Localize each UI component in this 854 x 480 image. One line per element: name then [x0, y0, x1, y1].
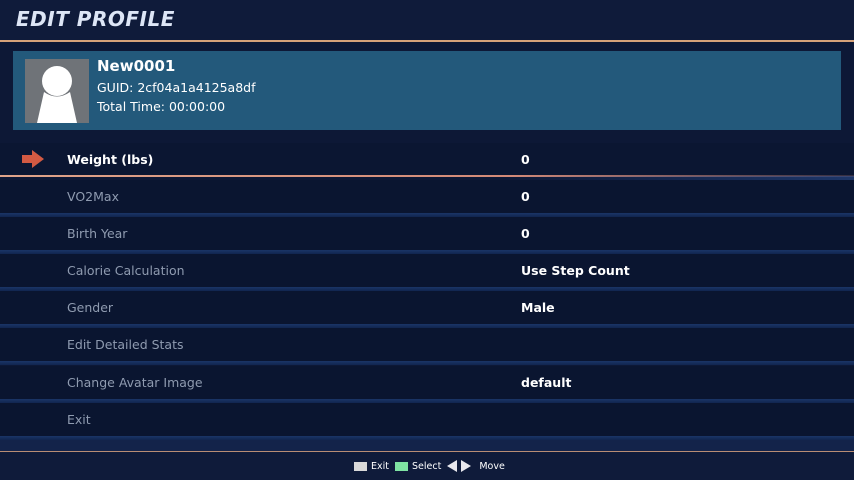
left-arrow-icon — [447, 460, 458, 472]
footer-bar: Exit Select Move — [0, 452, 854, 480]
menu-item-value: Male — [521, 300, 555, 315]
header-divider — [0, 40, 854, 42]
page-title: EDIT PROFILE — [16, 7, 175, 31]
menu-item-value: Use Step Count — [521, 263, 630, 278]
header-bar: EDIT PROFILE — [0, 0, 854, 40]
menu-item-vo2max[interactable]: VO2Max 0 — [0, 180, 854, 213]
exit-hint-label: Exit — [371, 460, 389, 472]
profile-guid: GUID: 2cf04a1a4125a8df — [97, 80, 256, 95]
profile-total-time: Total Time: 00:00:00 — [97, 99, 226, 114]
select-hint-label: Select — [412, 460, 442, 472]
menu-item-value: 0 — [521, 226, 530, 241]
controls-legend: Exit Select Move — [354, 460, 511, 472]
menu-item-label: Edit Detailed Stats — [67, 337, 184, 352]
menu-item-value: 0 — [521, 152, 530, 167]
menu-item-label: VO2Max — [67, 189, 119, 204]
profile-card: New0001 GUID: 2cf04a1a4125a8df Total Tim… — [13, 51, 841, 130]
right-arrow-icon — [461, 460, 472, 472]
avatar — [25, 59, 89, 123]
menu-item-value: 0 — [521, 189, 530, 204]
menu-item-gender[interactable]: Gender Male — [0, 291, 854, 324]
menu-item-label: Birth Year — [67, 226, 128, 241]
menu-item-change-avatar-image[interactable]: Change Avatar Image default — [0, 366, 854, 399]
exit-key-icon — [354, 461, 367, 471]
menu-item-label: Weight (lbs) — [67, 152, 154, 167]
select-key-icon — [395, 461, 408, 471]
selection-arrow-icon — [22, 150, 44, 168]
profile-name: New0001 — [97, 57, 176, 75]
row-divider — [0, 361, 854, 365]
menu-item-birth-year[interactable]: Birth Year 0 — [0, 217, 854, 250]
menu-bottom-fill — [0, 440, 854, 451]
menu-item-exit[interactable]: Exit — [0, 403, 854, 436]
menu-item-calorie-calculation[interactable]: Calorie Calculation Use Step Count — [0, 254, 854, 287]
edit-profile-screen: EDIT PROFILE New0001 GUID: 2cf04a1a4125a… — [0, 0, 854, 480]
menu-item-label: Calorie Calculation — [67, 263, 185, 278]
menu-item-edit-detailed-stats[interactable]: Edit Detailed Stats — [0, 328, 854, 361]
menu-item-label: Change Avatar Image — [67, 375, 203, 390]
move-hint-label: Move — [479, 460, 505, 472]
default-avatar-icon — [25, 59, 89, 123]
menu-item-label: Gender — [67, 300, 114, 315]
menu-item-label: Exit — [67, 412, 91, 427]
menu-item-weight[interactable]: Weight (lbs) 0 — [0, 143, 854, 176]
menu-item-value: default — [521, 375, 572, 390]
